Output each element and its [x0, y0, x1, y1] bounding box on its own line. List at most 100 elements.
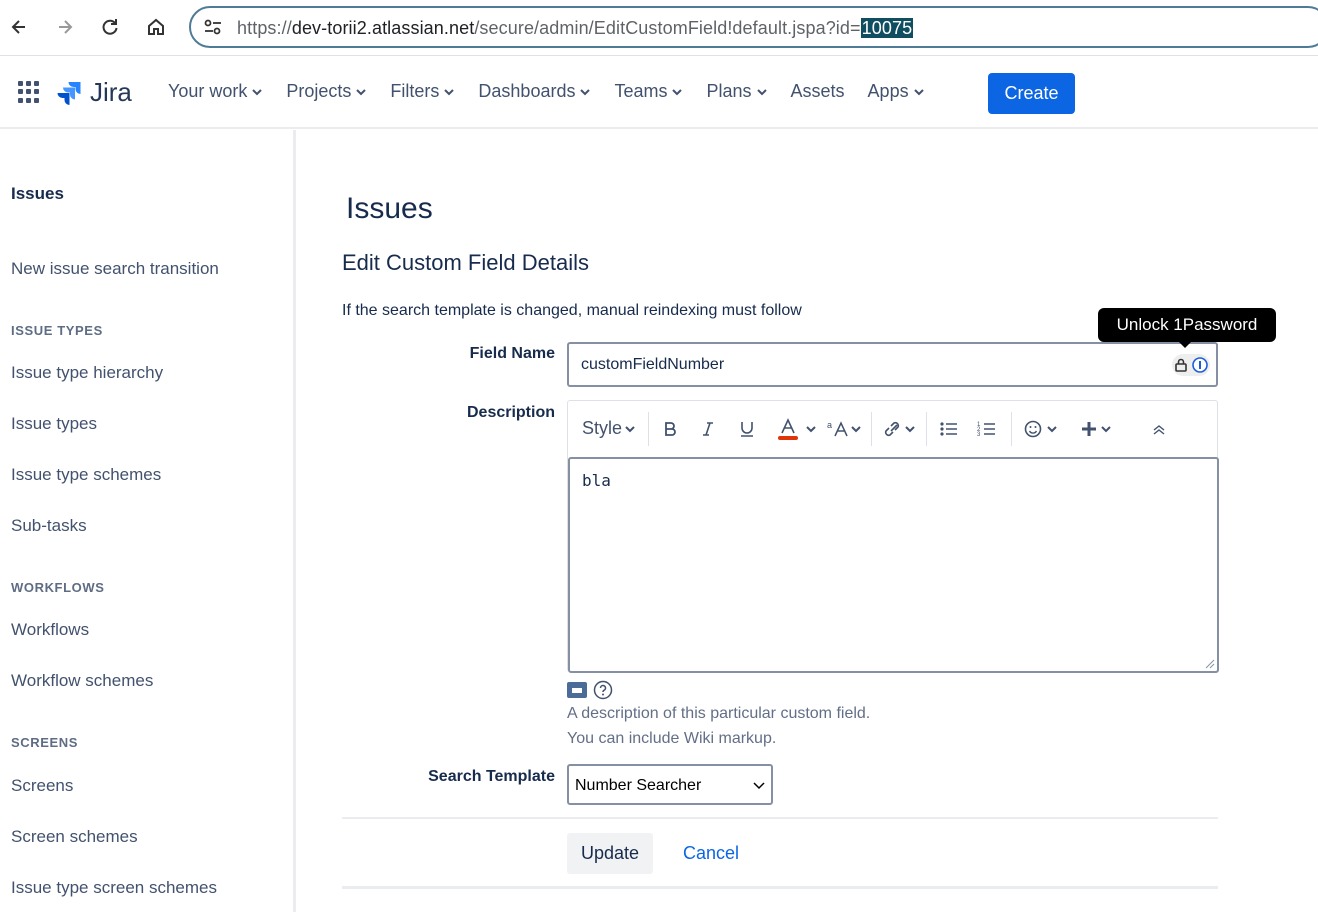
sidebar-item-issue-types[interactable]: Issue types — [11, 414, 97, 434]
numbered-list-icon[interactable]: 123 — [977, 420, 997, 438]
toolbar-separator — [871, 411, 873, 446]
nav-plans[interactable]: Plans — [706, 81, 767, 102]
nav-your-work[interactable]: Your work — [168, 81, 263, 102]
sidebar-item-workflow-schemes[interactable]: Workflow schemes — [11, 671, 153, 691]
chevron-down-icon — [252, 88, 263, 95]
toolbar-separator — [648, 411, 650, 446]
underline-icon[interactable] — [739, 420, 755, 438]
nav-projects[interactable]: Projects — [286, 81, 367, 102]
jira-logo[interactable]: Jira — [56, 77, 132, 108]
description-editor: Style a 123 bla — [567, 400, 1219, 673]
form-divider — [342, 817, 1218, 819]
nav-apps[interactable]: Apps — [868, 81, 925, 102]
resize-handle-icon[interactable] — [1205, 659, 1215, 669]
nav-teams[interactable]: Teams — [614, 81, 683, 102]
reindex-notice: If the search template is changed, manua… — [342, 302, 802, 319]
update-button[interactable]: Update — [567, 833, 653, 874]
nav-projects-label: Projects — [286, 81, 352, 101]
top-nav-menu: Your work Projects Filters Dashboards Te… — [168, 81, 948, 102]
sidebar-section-issue-types: ISSUE TYPES — [11, 323, 103, 338]
address-bar[interactable]: https://dev-torii2.atlassian.net/secure/… — [189, 6, 1318, 48]
insert-more-icon[interactable] — [1080, 419, 1116, 439]
nav-filters[interactable]: Filters — [390, 81, 455, 102]
field-name-value: customFieldNumber — [581, 356, 725, 373]
reload-icon[interactable] — [97, 14, 123, 40]
nav-dashboards-label: Dashboards — [478, 81, 576, 101]
text-formatting-icon[interactable]: a — [827, 420, 863, 438]
field-name-label: Field Name — [469, 345, 555, 362]
toolbar-separator — [926, 411, 928, 446]
nav-your-work-label: Your work — [168, 81, 248, 101]
url-text: https://dev-torii2.atlassian.net/secure/… — [237, 18, 914, 38]
back-icon[interactable] — [6, 14, 32, 40]
wiki-markup-icon[interactable] — [567, 682, 587, 698]
wiki-markup-tools — [567, 680, 613, 700]
search-template-label: Search Template — [428, 768, 555, 785]
app-switcher-icon[interactable] — [18, 81, 40, 103]
field-name-input[interactable]: customFieldNumber — [567, 342, 1218, 387]
section-title: Edit Custom Field Details — [342, 250, 589, 275]
chevron-down-icon — [356, 88, 367, 95]
sidebar-item-workflows[interactable]: Workflows — [11, 620, 89, 640]
browser-toolbar: https://dev-torii2.atlassian.net/secure/… — [0, 0, 1318, 56]
style-dropdown-label: Style — [582, 418, 623, 438]
chevron-down-icon — [625, 425, 635, 432]
lock-icon — [1174, 358, 1187, 372]
search-template-value: Number Searcher — [575, 777, 702, 794]
text-color-icon[interactable] — [777, 417, 799, 440]
toolbar-separator — [1011, 411, 1013, 446]
jira-logo-icon — [57, 81, 81, 105]
form-divider — [342, 886, 1218, 889]
admin-sidebar: Issues New issue search transition ISSUE… — [0, 130, 296, 912]
chevron-down-icon — [913, 88, 924, 95]
sidebar-item-sub-tasks[interactable]: Sub-tasks — [11, 516, 87, 536]
svg-text:3: 3 — [977, 432, 981, 438]
sidebar-item-issue-type-screen-schemes[interactable]: Issue type screen schemes — [11, 878, 217, 898]
sidebar-item-screen-schemes[interactable]: Screen schemes — [11, 827, 138, 847]
link-icon[interactable] — [882, 419, 918, 439]
site-settings-icon[interactable] — [203, 18, 223, 36]
chevron-down-icon — [580, 88, 591, 95]
nav-dashboards[interactable]: Dashboards — [478, 81, 591, 102]
jira-top-nav: Jira Your work Projects Filters Dashboar… — [0, 57, 1318, 129]
search-template-select[interactable]: Number Searcher — [567, 764, 773, 805]
bold-icon[interactable] — [663, 421, 677, 437]
description-label: Description — [466, 404, 555, 421]
nav-teams-label: Teams — [614, 81, 668, 101]
home-icon[interactable] — [143, 14, 169, 40]
chevron-down-icon — [444, 88, 455, 95]
create-button[interactable]: Create — [988, 73, 1075, 114]
bullet-list-icon[interactable] — [939, 420, 959, 438]
chevron-down-icon — [753, 782, 765, 790]
nav-filters-label: Filters — [390, 81, 440, 101]
collapse-toolbar-icon[interactable] — [1152, 422, 1166, 436]
sidebar-item-issue-type-hierarchy[interactable]: Issue type hierarchy — [11, 363, 163, 383]
chevron-down-icon — [672, 88, 683, 95]
sidebar-item-new-issue-search-transition[interactable]: New issue search transition — [11, 259, 219, 279]
text-color-dropdown-icon[interactable] — [805, 423, 817, 435]
jira-logo-text: Jira — [90, 77, 132, 107]
cancel-link[interactable]: Cancel — [683, 843, 739, 864]
1password-icon — [1191, 357, 1208, 373]
sidebar-item-screens[interactable]: Screens — [11, 776, 73, 796]
emoji-icon[interactable] — [1024, 419, 1060, 439]
unlock-1password-tooltip: Unlock 1Password — [1098, 308, 1276, 348]
description-textarea[interactable]: bla — [568, 457, 1219, 673]
style-dropdown[interactable]: Style — [582, 418, 636, 439]
wiki-markup-help-text: You can include Wiki markup. — [567, 730, 777, 747]
description-value: bla — [582, 471, 611, 490]
nav-plans-label: Plans — [706, 81, 752, 101]
nav-assets[interactable]: Assets — [791, 81, 845, 102]
italic-icon[interactable] — [701, 421, 715, 437]
sidebar-title: Issues — [11, 184, 64, 203]
description-help-text: A description of this particular custom … — [567, 705, 871, 722]
forward-icon[interactable] — [52, 14, 78, 40]
1password-inline-button[interactable] — [1172, 354, 1210, 376]
sidebar-section-screens: SCREENS — [11, 735, 79, 750]
sidebar-item-issue-type-schemes[interactable]: Issue type schemes — [11, 465, 161, 485]
page-title: Issues — [346, 192, 433, 225]
help-icon[interactable] — [593, 680, 613, 700]
editor-toolbar: Style a 123 — [568, 401, 1217, 456]
svg-text:a: a — [827, 420, 832, 430]
nav-assets-label: Assets — [790, 81, 845, 101]
